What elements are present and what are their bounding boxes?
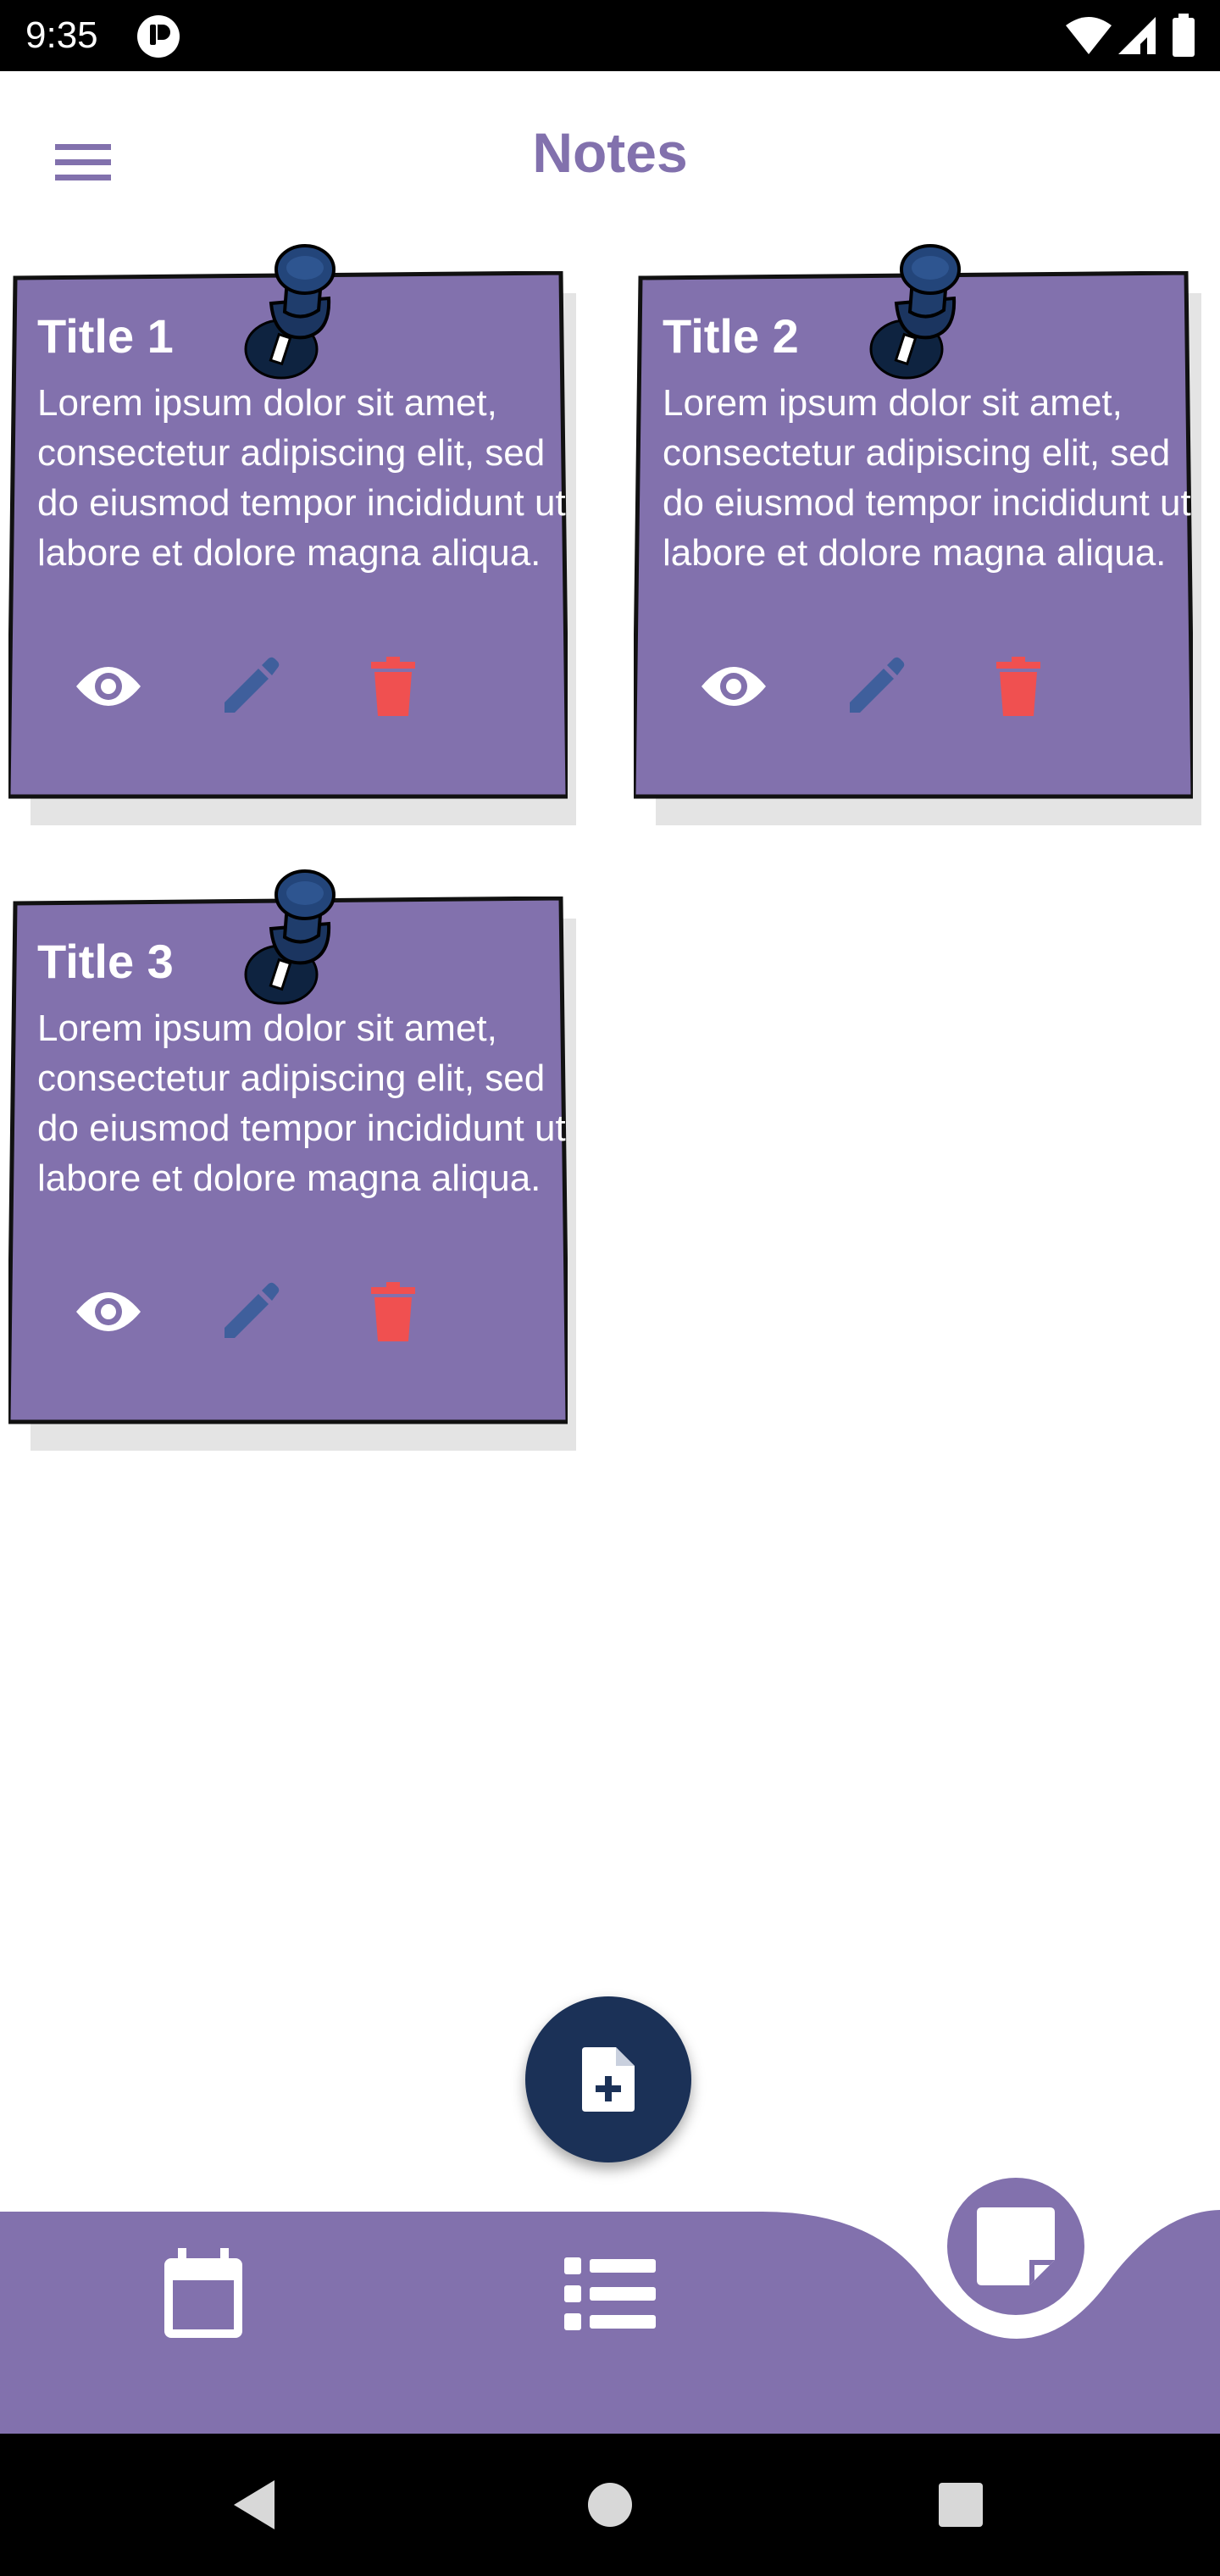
- pencil-icon: [850, 657, 905, 713]
- view-note-button[interactable]: [66, 644, 151, 729]
- system-navigation-bar: [0, 2434, 1220, 2576]
- delete-note-button[interactable]: [976, 644, 1061, 729]
- back-icon: [234, 2480, 274, 2529]
- battery-icon: [1171, 14, 1196, 62]
- note-title: Title 2: [663, 309, 799, 363]
- note-title: Title 3: [37, 935, 174, 988]
- note-body: Lorem ipsum dolor sit amet, consectetur …: [663, 382, 1191, 574]
- pushpin-icon: [862, 244, 990, 392]
- note-title: Title 1: [37, 309, 174, 363]
- delete-note-button[interactable]: [351, 644, 435, 729]
- view-note-button[interactable]: [691, 644, 776, 729]
- pencil-icon: [225, 1282, 280, 1338]
- note-actions: [51, 644, 458, 729]
- trash-icon: [996, 657, 1040, 716]
- bottom-navigation: [0, 2169, 1220, 2434]
- page-title: Notes: [532, 121, 688, 184]
- edit-note-button[interactable]: [834, 644, 918, 729]
- eye-icon: [702, 667, 766, 706]
- recents-button[interactable]: [910, 2434, 1012, 2576]
- wifi-icon: [1064, 15, 1113, 60]
- eye-icon: [76, 1292, 141, 1331]
- note-card[interactable]: Title 3 Lorem ipsum dolor sit amet, cons…: [8, 869, 576, 1451]
- nav-notes[interactable]: [947, 2178, 1084, 2315]
- status-bar: 9:35: [0, 0, 1220, 71]
- add-document-icon: [582, 2047, 635, 2112]
- pushpin-icon: [237, 244, 364, 392]
- pushpin-icon: [237, 869, 364, 1018]
- sticky-note-icon: [977, 2207, 1055, 2285]
- home-button[interactable]: [559, 2434, 661, 2576]
- recents-icon: [939, 2483, 983, 2527]
- app-bar: Notes: [0, 71, 1220, 241]
- trash-icon: [371, 657, 415, 716]
- pencil-icon: [225, 657, 280, 713]
- list-icon: [564, 2257, 656, 2330]
- calendar-icon: [164, 2248, 242, 2338]
- status-time: 9:35: [25, 14, 98, 56]
- notes-screen: 9:35 Notes Title 1 Lorem ipsum dolor sit…: [0, 0, 1220, 2576]
- nav-calendar[interactable]: [152, 2239, 254, 2349]
- edit-note-button[interactable]: [208, 644, 293, 729]
- note-body: Lorem ipsum dolor sit amet, consectetur …: [37, 382, 566, 574]
- app-notification-icon: [136, 14, 181, 64]
- eye-icon: [76, 667, 141, 706]
- delete-note-button[interactable]: [351, 1269, 435, 1354]
- edit-note-button[interactable]: [208, 1269, 293, 1354]
- note-card[interactable]: Title 1 Lorem ipsum dolor sit amet, cons…: [8, 244, 576, 825]
- note-body: Lorem ipsum dolor sit amet, consectetur …: [37, 1008, 566, 1199]
- note-actions: [676, 644, 1083, 729]
- add-note-button[interactable]: [525, 1996, 691, 2162]
- note-actions: [51, 1269, 458, 1354]
- note-card[interactable]: Title 2 Lorem ipsum dolor sit amet, cons…: [634, 244, 1201, 825]
- signal-icon: [1117, 15, 1157, 60]
- view-note-button[interactable]: [66, 1269, 151, 1354]
- home-icon: [588, 2483, 632, 2527]
- back-button[interactable]: [203, 2434, 305, 2576]
- nav-list[interactable]: [551, 2239, 669, 2349]
- trash-icon: [371, 1282, 415, 1341]
